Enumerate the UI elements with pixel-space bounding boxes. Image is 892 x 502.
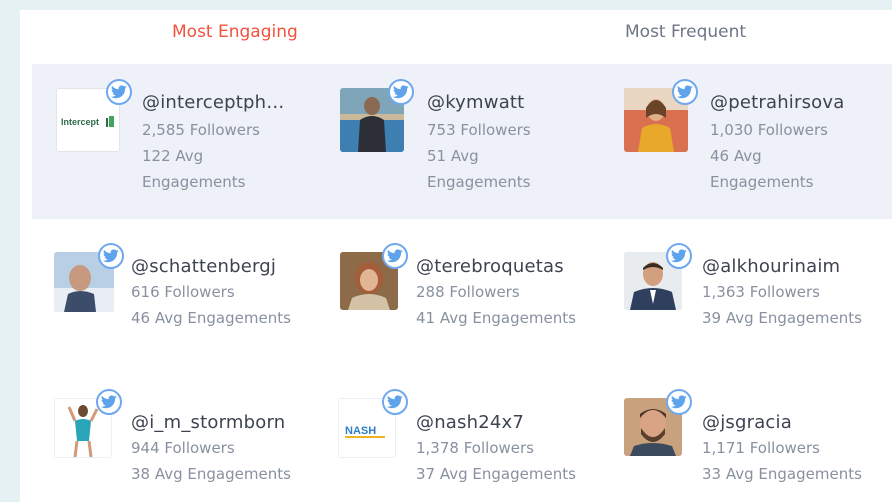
- avg-engagements: 41 Avg Engagements: [416, 309, 576, 327]
- twitter-icon: [106, 79, 132, 105]
- avg-engagements: 38 Avg Engagements: [131, 465, 291, 483]
- tab-most-engaging[interactable]: Most Engaging: [172, 22, 298, 42]
- account-stats: 944 Followers 38 Avg Engagements: [131, 435, 291, 487]
- avatar-logo-text: NASH: [345, 425, 376, 437]
- twitter-icon: [382, 243, 408, 269]
- account-stats: 1,171 Followers 33 Avg Engagements: [702, 435, 862, 487]
- twitter-icon: [672, 79, 698, 105]
- account-handle[interactable]: @schattenbergj: [131, 256, 276, 277]
- account-card[interactable]: @kymwatt 753 Followers 51 Avg Engagement…: [340, 79, 610, 195]
- avg-engagements-label: Engagements: [142, 173, 246, 191]
- account-handle[interactable]: @petrahirsova: [710, 92, 844, 113]
- account-stats: 1,030 Followers 46 Avg Engagements: [710, 117, 828, 195]
- twitter-icon: [666, 389, 692, 415]
- account-handle[interactable]: @terebroquetas: [416, 256, 564, 277]
- account-stats: 288 Followers 41 Avg Engagements: [416, 279, 576, 331]
- followers-count: 2,585 Followers: [142, 121, 260, 139]
- twitter-icon: [382, 389, 408, 415]
- avg-engagements: 37 Avg Engagements: [416, 465, 576, 483]
- account-handle[interactable]: @kymwatt: [427, 92, 524, 113]
- account-handle[interactable]: @alkhourinaim: [702, 256, 840, 277]
- influencer-panel: Most Engaging Most Frequent Intercept @i…: [20, 10, 892, 502]
- avg-engagements: 33 Avg Engagements: [702, 465, 862, 483]
- account-stats: 1,378 Followers 37 Avg Engagements: [416, 435, 576, 487]
- twitter-icon: [96, 389, 122, 415]
- twitter-icon: [388, 79, 414, 105]
- account-stats: 616 Followers 46 Avg Engagements: [131, 279, 291, 331]
- account-stats: 2,585 Followers 122 Avg Engagements: [142, 117, 260, 195]
- followers-count: 1,030 Followers: [710, 121, 828, 139]
- avg-engagements: 122 Avg: [142, 147, 204, 165]
- account-card[interactable]: @alkhourinaim 1,363 Followers 39 Avg Eng…: [624, 243, 892, 356]
- account-card[interactable]: @jsgracia 1,171 Followers 33 Avg Engagem…: [624, 389, 892, 502]
- followers-count: 616 Followers: [131, 283, 235, 301]
- account-card[interactable]: @schattenbergj 616 Followers 46 Avg Enga…: [54, 243, 324, 356]
- account-card[interactable]: @i_m_stormborn 944 Followers 38 Avg Enga…: [54, 389, 324, 502]
- followers-count: 944 Followers: [131, 439, 235, 457]
- account-card[interactable]: @terebroquetas 288 Followers 41 Avg Enga…: [340, 243, 610, 356]
- avg-engagements: 46 Avg: [710, 147, 762, 165]
- followers-count: 1,363 Followers: [702, 283, 820, 301]
- avatar-logo-text: Intercept: [61, 117, 99, 127]
- followers-count: 288 Followers: [416, 283, 520, 301]
- account-card[interactable]: @petrahirsova 1,030 Followers 46 Avg Eng…: [624, 79, 892, 195]
- account-handle[interactable]: @i_m_stormborn: [131, 412, 285, 433]
- avg-engagements: 39 Avg Engagements: [702, 309, 862, 327]
- tab-bar: Most Engaging Most Frequent: [20, 10, 892, 62]
- followers-count: 1,378 Followers: [416, 439, 534, 457]
- account-stats: 753 Followers 51 Avg Engagements: [427, 117, 531, 195]
- account-handle[interactable]: @jsgracia: [702, 412, 792, 433]
- twitter-icon: [98, 243, 124, 269]
- account-handle[interactable]: @interceptph…: [142, 92, 284, 113]
- account-stats: 1,363 Followers 39 Avg Engagements: [702, 279, 862, 331]
- account-card[interactable]: Intercept @interceptph… 2,585 Followers …: [56, 79, 326, 195]
- account-card[interactable]: NASH @nash24x7 1,378 Followers 37 Avg En…: [338, 389, 608, 502]
- account-handle[interactable]: @nash24x7: [416, 412, 524, 433]
- twitter-icon: [666, 243, 692, 269]
- followers-count: 1,171 Followers: [702, 439, 820, 457]
- avg-engagements: 46 Avg Engagements: [131, 309, 291, 327]
- avg-engagements-label: Engagements: [427, 173, 531, 191]
- avg-engagements-label: Engagements: [710, 173, 814, 191]
- avg-engagements: 51 Avg: [427, 147, 479, 165]
- followers-count: 753 Followers: [427, 121, 531, 139]
- tab-most-frequent[interactable]: Most Frequent: [625, 22, 746, 42]
